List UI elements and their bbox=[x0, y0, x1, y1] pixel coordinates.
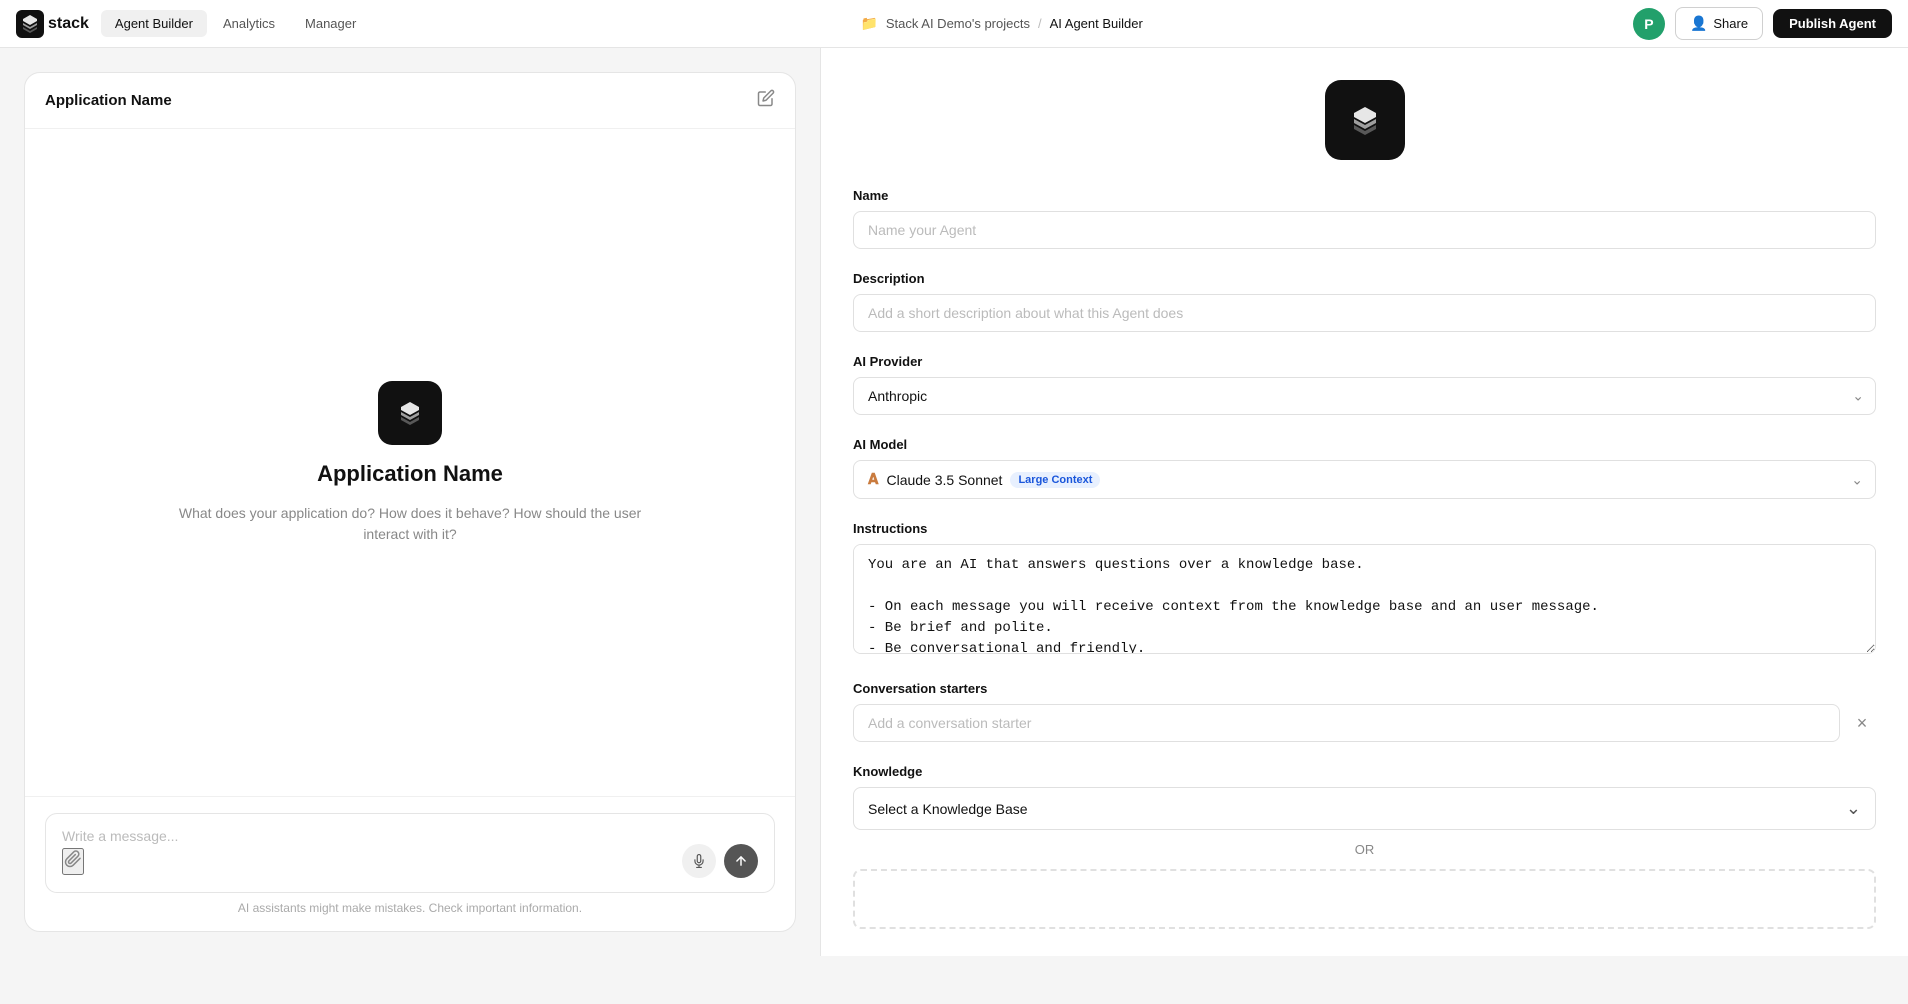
share-icon: 👤 bbox=[1690, 15, 1707, 32]
settings-panel: Name Description AI Provider Anthropic O… bbox=[820, 48, 1908, 956]
description-input[interactable] bbox=[853, 294, 1876, 332]
model-badge: Large Context bbox=[1010, 472, 1100, 488]
tab-agent-builder[interactable]: Agent Builder bbox=[101, 10, 207, 37]
clear-starter-button[interactable]: × bbox=[1848, 709, 1876, 737]
main-layout: Application Name Application Name What d… bbox=[0, 48, 1908, 956]
nav-tabs: Agent Builder Analytics Manager bbox=[101, 10, 370, 37]
description-field-group: Description bbox=[853, 271, 1876, 332]
chat-input-area: Write a message... bbox=[25, 796, 795, 931]
microphone-button[interactable] bbox=[682, 844, 716, 878]
knowledge-field-group: Knowledge Select a Knowledge Base ⌄ OR bbox=[853, 764, 1876, 929]
agent-icon[interactable] bbox=[1325, 80, 1405, 160]
attach-button[interactable] bbox=[62, 848, 84, 875]
publish-button[interactable]: Publish Agent bbox=[1773, 9, 1892, 38]
knowledge-chevron-icon: ⌄ bbox=[1846, 798, 1861, 819]
knowledge-or-label: OR bbox=[853, 842, 1876, 857]
ai-provider-select[interactable]: Anthropic OpenAI Google bbox=[853, 377, 1876, 415]
chat-app-description: What does your application do? How does … bbox=[170, 503, 650, 545]
instructions-textarea[interactable]: You are an AI that answers questions ove… bbox=[853, 544, 1876, 654]
instructions-label: Instructions bbox=[853, 521, 1876, 536]
send-button[interactable] bbox=[724, 844, 758, 878]
ai-model-value: Claude 3.5 Sonnet bbox=[886, 472, 1002, 488]
description-label: Description bbox=[853, 271, 1876, 286]
breadcrumb-project[interactable]: Stack AI Demo's projects bbox=[886, 16, 1030, 31]
tab-analytics[interactable]: Analytics bbox=[209, 10, 289, 37]
nav-left: stack Agent Builder Analytics Manager bbox=[16, 10, 370, 38]
instructions-field-group: Instructions You are an AI that answers … bbox=[853, 521, 1876, 659]
anthropic-a-icon: 𝐀 bbox=[868, 471, 878, 488]
knowledge-base-placeholder: Select a Knowledge Base bbox=[868, 801, 1028, 817]
model-chevron-icon: ⌄ bbox=[1851, 471, 1863, 488]
tab-manager[interactable]: Manager bbox=[291, 10, 370, 37]
chat-input-placeholder[interactable]: Write a message... bbox=[62, 828, 758, 844]
brand-name: stack bbox=[48, 15, 89, 33]
breadcrumb: 📁 Stack AI Demo's projects / AI Agent Bu… bbox=[860, 15, 1142, 32]
conversation-starters-label: Conversation starters bbox=[853, 681, 1876, 696]
chat-disclaimer: AI assistants might make mistakes. Check… bbox=[45, 893, 775, 915]
folder-icon: 📁 bbox=[860, 15, 877, 32]
top-navigation: stack Agent Builder Analytics Manager 📁 … bbox=[0, 0, 1908, 48]
share-label: Share bbox=[1713, 16, 1748, 31]
ai-provider-label: AI Provider bbox=[853, 354, 1876, 369]
conversation-starters-field-group: Conversation starters × bbox=[853, 681, 1876, 742]
name-label: Name bbox=[853, 188, 1876, 203]
edit-icon[interactable] bbox=[757, 89, 775, 112]
ai-model-field-group: AI Model 𝐀 Claude 3.5 Sonnet Large Conte… bbox=[853, 437, 1876, 499]
knowledge-label: Knowledge bbox=[853, 764, 1876, 779]
ai-model-select[interactable]: 𝐀 Claude 3.5 Sonnet Large Context ⌄ bbox=[853, 460, 1876, 499]
agent-icon-area bbox=[853, 80, 1876, 160]
breadcrumb-page: AI Agent Builder bbox=[1050, 16, 1143, 31]
chat-input-right bbox=[682, 844, 758, 878]
chat-card: Application Name Application Name What d… bbox=[24, 72, 796, 932]
ai-model-label: AI Model bbox=[853, 437, 1876, 452]
share-button[interactable]: 👤 Share bbox=[1675, 7, 1763, 40]
ai-provider-field-group: AI Provider Anthropic OpenAI Google ⌄ bbox=[853, 354, 1876, 415]
conversation-starter-row: × bbox=[853, 704, 1876, 742]
user-avatar[interactable]: P bbox=[1633, 8, 1665, 40]
nav-right: P 👤 Share Publish Agent bbox=[1633, 7, 1892, 40]
chat-header-title: Application Name bbox=[45, 92, 172, 109]
chat-preview-panel: Application Name Application Name What d… bbox=[0, 48, 820, 956]
conversation-starter-input[interactable] bbox=[853, 704, 1840, 742]
chat-body: Application Name What does your applicat… bbox=[25, 129, 795, 796]
brand-logo: stack bbox=[16, 10, 89, 38]
chat-app-icon bbox=[378, 381, 442, 445]
chat-header: Application Name bbox=[25, 73, 795, 129]
knowledge-upload-area[interactable] bbox=[853, 869, 1876, 929]
breadcrumb-separator: / bbox=[1038, 16, 1042, 31]
ai-provider-select-wrapper: Anthropic OpenAI Google ⌄ bbox=[853, 377, 1876, 415]
name-field-group: Name bbox=[853, 188, 1876, 249]
chat-input-actions bbox=[62, 844, 758, 878]
name-input[interactable] bbox=[853, 211, 1876, 249]
knowledge-base-select[interactable]: Select a Knowledge Base ⌄ bbox=[853, 787, 1876, 830]
chat-app-name: Application Name bbox=[317, 461, 503, 487]
chat-input-box: Write a message... bbox=[45, 813, 775, 893]
